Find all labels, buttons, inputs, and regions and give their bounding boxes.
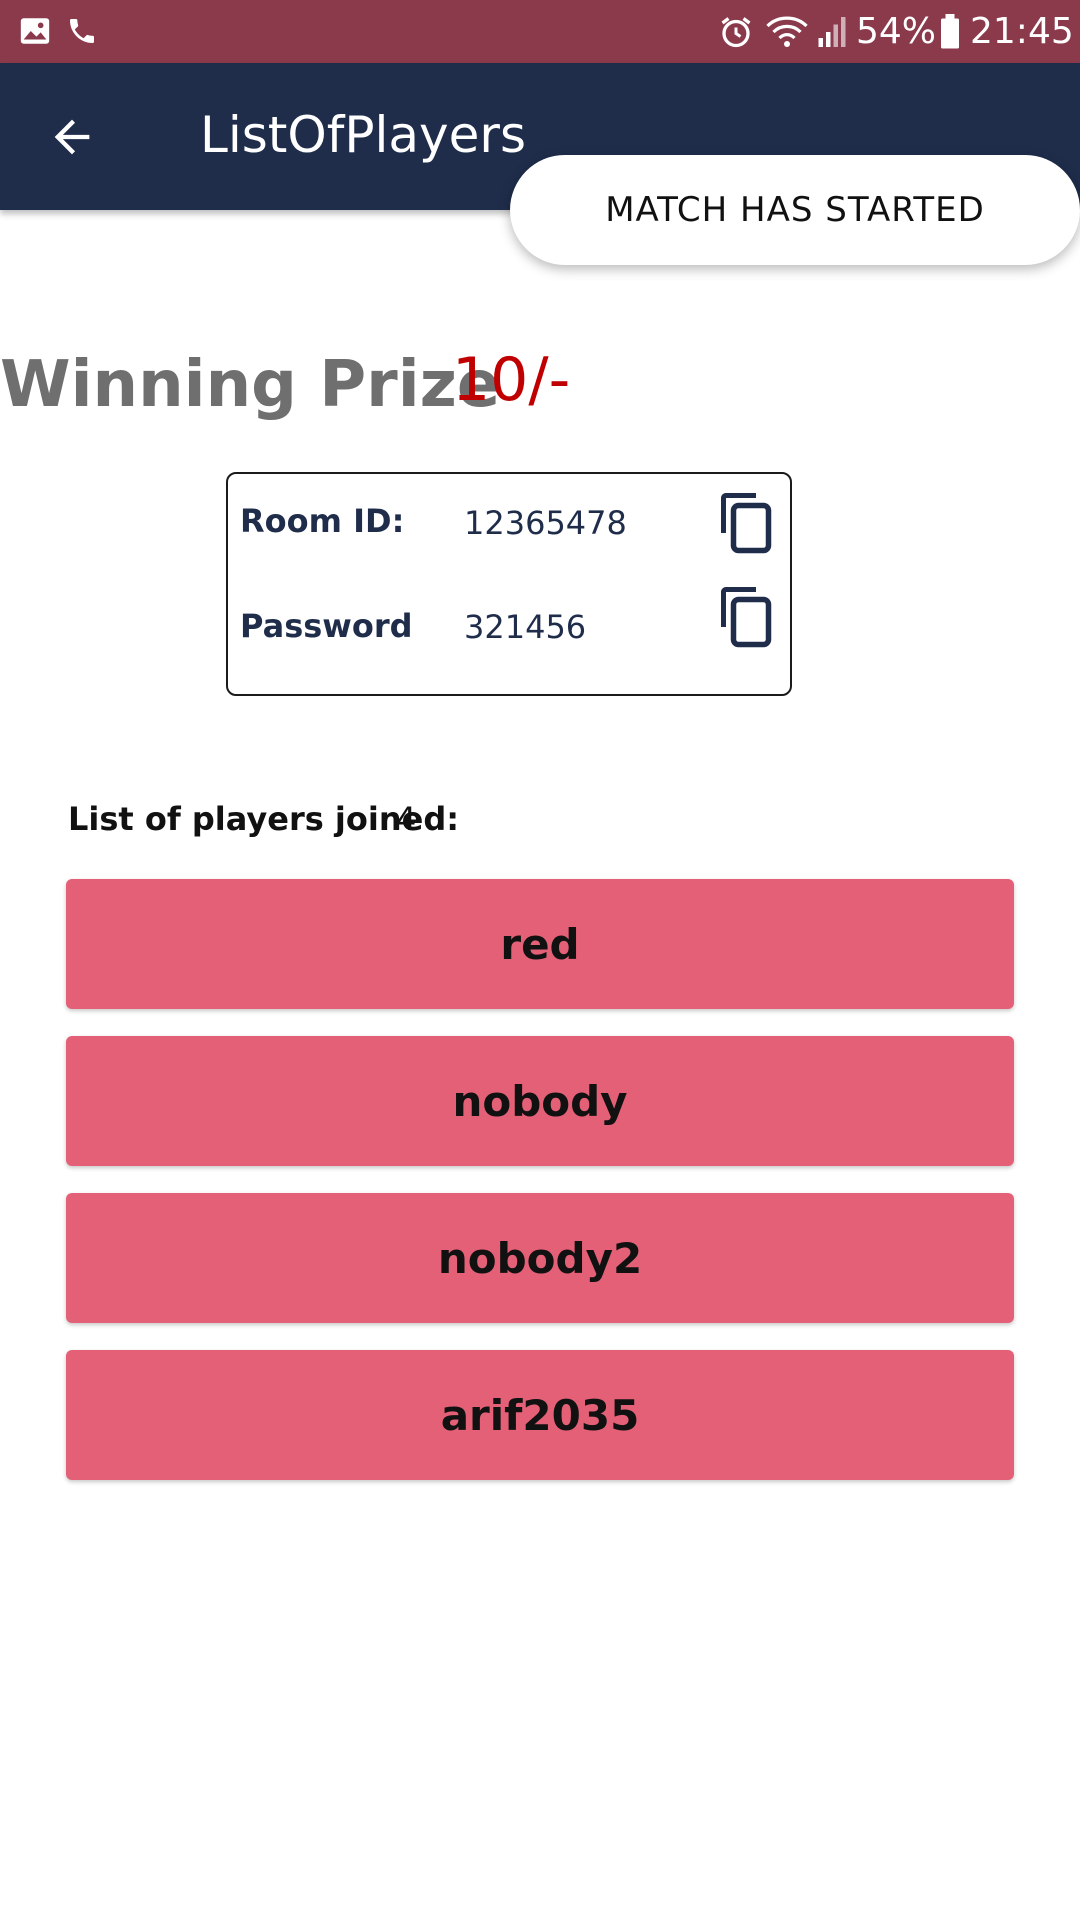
player-name: arif2035 xyxy=(440,1390,640,1440)
player-row[interactable]: arif2035 xyxy=(66,1350,1014,1480)
arrow-back-icon[interactable] xyxy=(44,111,100,163)
signal-icon xyxy=(818,17,846,47)
phone-icon xyxy=(70,19,94,43)
room-id-label: Room ID: xyxy=(240,502,405,540)
copy-icon[interactable] xyxy=(716,584,776,650)
status-time: 21:45 xyxy=(970,11,1074,52)
battery-icon xyxy=(941,14,959,49)
room-details-card: Room ID: 12365478 Password 321456 xyxy=(226,472,792,696)
room-id-value: 12365478 xyxy=(464,504,627,542)
toast-message: MATCH HAS STARTED xyxy=(605,190,985,230)
player-row[interactable]: red xyxy=(66,879,1014,1009)
password-label: Password xyxy=(240,607,413,645)
copy-icon[interactable] xyxy=(716,490,776,556)
players-joined-count: 4 xyxy=(396,800,417,838)
screen: 54% 21:45 ListOfPlayers MATCH HAS STARTE… xyxy=(0,0,1080,1920)
player-row[interactable]: nobody2 xyxy=(66,1193,1014,1323)
password-value: 321456 xyxy=(464,608,587,646)
player-name: red xyxy=(500,919,580,969)
wifi-icon xyxy=(766,16,808,47)
player-name: nobody xyxy=(452,1076,628,1126)
player-row[interactable]: nobody xyxy=(66,1036,1014,1166)
winning-prize-label: Winning Prize xyxy=(0,348,501,422)
winning-prize-value: 10/- xyxy=(452,345,571,415)
match-started-toast: MATCH HAS STARTED xyxy=(510,155,1080,265)
gallery-icon xyxy=(20,18,50,44)
player-name: nobody2 xyxy=(437,1233,643,1283)
alarm-icon xyxy=(721,17,751,48)
status-bar: 54% 21:45 xyxy=(0,0,1080,63)
battery-percent: 54% xyxy=(856,11,937,52)
page-title: ListOfPlayers xyxy=(200,106,527,164)
